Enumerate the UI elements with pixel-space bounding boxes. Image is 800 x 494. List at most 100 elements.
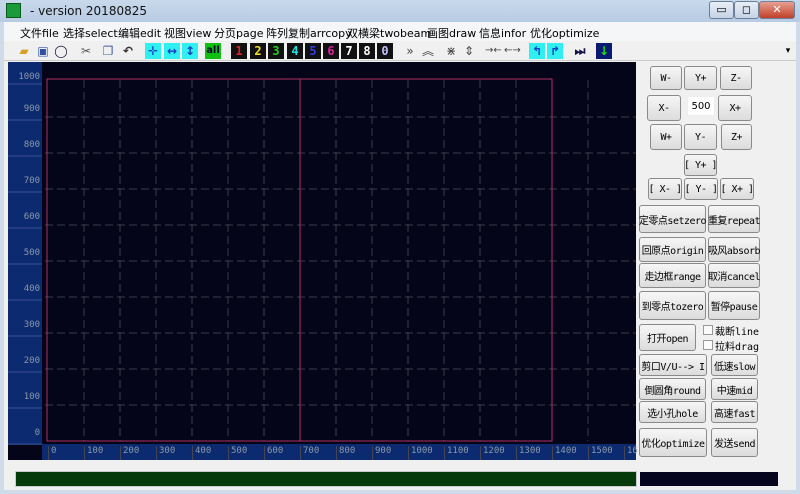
undo-icon[interactable]: ↶ <box>120 43 136 59</box>
progress-bar <box>15 471 637 487</box>
x-tick-label: 1500 <box>588 446 613 460</box>
menu-arrcopy[interactable]: 阵列复制arrcopy <box>266 25 352 41</box>
tozero-button[interactable]: 到零点tozero <box>639 291 706 320</box>
skip-end-icon[interactable]: ⏭ <box>572 43 588 59</box>
step-y-plus-button[interactable]: [ Y+ ] <box>684 154 718 176</box>
layer-2-button[interactable]: 2 <box>250 43 266 59</box>
y-plus-button[interactable]: Y+ <box>684 66 717 90</box>
toolbar-overflow-icon[interactable]: ▾ <box>780 43 796 59</box>
y-tick-label: 200 <box>23 356 40 366</box>
menu-edit[interactable]: 编辑edit <box>118 25 161 41</box>
double-up-icon[interactable]: ︽ <box>420 43 436 59</box>
close-button[interactable]: ✕ <box>759 1 795 19</box>
layer-3-button[interactable]: 3 <box>268 43 284 59</box>
vertical-move-icon[interactable]: ↕ <box>182 43 198 59</box>
move-all-icon[interactable]: ✛ <box>145 43 161 59</box>
x-tick-label: 1400 <box>552 446 577 460</box>
step-y-minus-button[interactable]: [ Y- ] <box>684 178 718 200</box>
mid-button[interactable]: 中速mid <box>711 378 758 400</box>
turn-left-icon[interactable]: ↰ <box>529 43 545 59</box>
y-tick-label: 600 <box>23 212 40 222</box>
layer-8-button[interactable]: 8 <box>359 43 375 59</box>
origin-button[interactable]: 回原点origin <box>639 237 706 262</box>
drag-checkbox-label: 拉料drag <box>715 342 760 353</box>
fast-button[interactable]: 高速fast <box>711 401 758 423</box>
x-tick-label: 1200 <box>480 446 505 460</box>
x-tick-label: 16 <box>624 446 638 460</box>
x-tick-label: 1000 <box>408 446 433 460</box>
menu-file[interactable]: 文件file <box>20 25 59 41</box>
open-button[interactable]: 打开open <box>639 324 696 351</box>
x-tick-label: 0 <box>48 446 56 460</box>
x-tick-label: 700 <box>300 446 319 460</box>
layer-5-button[interactable]: 5 <box>305 43 321 59</box>
window-title: - version 20180825 <box>30 4 147 18</box>
compress-horizontal-icon[interactable]: →← <box>485 43 502 59</box>
round-button[interactable]: 倒圆角round <box>639 378 706 400</box>
y-tick-label: 800 <box>23 140 40 150</box>
save-icon[interactable]: ▣ <box>35 43 51 59</box>
y-tick-label: 500 <box>23 248 40 258</box>
x-tick-label: 600 <box>264 446 283 460</box>
minimize-button[interactable]: ▭ <box>709 1 734 19</box>
expand-vertical-icon[interactable]: ⇕ <box>461 43 477 59</box>
compress-vertical-icon[interactable]: ⋇ <box>443 43 459 59</box>
menu-view[interactable]: 视图view <box>164 25 211 41</box>
cut-icon[interactable]: ✂ <box>78 43 94 59</box>
menu-twobeam[interactable]: 双横梁twobeam <box>347 25 431 41</box>
expand-horizontal-icon[interactable]: ←→ <box>504 43 521 59</box>
w-minus-button[interactable]: W- <box>650 66 682 90</box>
menu-infor[interactable]: 信息infor <box>479 25 526 41</box>
layer-1-button[interactable]: 1 <box>231 43 247 59</box>
turn-right-icon[interactable]: ↱ <box>547 43 563 59</box>
optimize-button[interactable]: 优化optimize <box>639 428 707 457</box>
menu-optimize[interactable]: 优化optimize <box>530 25 599 41</box>
select-all-button[interactable]: all <box>205 43 221 59</box>
x-tick-label: 800 <box>336 446 355 460</box>
y-tick-label: 0 <box>34 428 40 438</box>
cut-vu-button[interactable]: 剪口V/U--> I <box>639 354 707 376</box>
y-tick-label: 400 <box>23 284 40 294</box>
absorb-button[interactable]: 吸风absorb <box>708 237 761 262</box>
menu-select[interactable]: 选择select <box>63 25 118 41</box>
step-x-plus-button[interactable]: [ X+ ] <box>720 178 754 200</box>
line-checkbox[interactable] <box>703 325 713 335</box>
layer-4-button[interactable]: 4 <box>287 43 303 59</box>
x-plus-button[interactable]: X+ <box>718 95 752 121</box>
drag-checkbox[interactable] <box>703 340 713 350</box>
x-tick-label: 1100 <box>444 446 469 460</box>
repeat-button[interactable]: 重复repeat <box>708 205 761 233</box>
layer-6-button[interactable]: 6 <box>323 43 339 59</box>
pause-button[interactable]: 暂停pause <box>708 291 760 320</box>
x-tick-label: 200 <box>120 446 139 460</box>
layer-7-button[interactable]: 7 <box>341 43 357 59</box>
x-tick-label: 900 <box>372 446 391 460</box>
z-minus-button[interactable]: Z- <box>720 66 752 90</box>
hole-button[interactable]: 选小孔hole <box>639 401 706 423</box>
z-plus-button[interactable]: Z+ <box>721 124 752 150</box>
w-plus-button[interactable]: W+ <box>650 124 682 150</box>
y-tick-label: 300 <box>23 320 40 330</box>
y-minus-button[interactable]: Y- <box>684 124 717 150</box>
circle-icon[interactable]: ◯ <box>53 43 69 59</box>
x-minus-button[interactable]: X- <box>647 95 681 121</box>
x-tick-label: 400 <box>192 446 211 460</box>
step-x-minus-button[interactable]: [ X- ] <box>648 178 682 200</box>
menu-draw[interactable]: 画图draw <box>427 25 476 41</box>
slow-button[interactable]: 低速slow <box>711 354 758 376</box>
open-folder-icon[interactable]: ▰ <box>16 43 32 59</box>
maximize-button[interactable]: ◻ <box>734 1 759 19</box>
layer-0-button[interactable]: 0 <box>377 43 393 59</box>
double-right-icon[interactable]: » <box>402 43 418 59</box>
x-tick-label: 300 <box>156 446 175 460</box>
menu-page[interactable]: 分页page <box>214 25 263 41</box>
download-arrow-icon[interactable]: ↓ <box>596 43 612 59</box>
cancel-button[interactable]: 取消cancel <box>708 263 761 288</box>
horizontal-move-icon[interactable]: ↔ <box>164 43 180 59</box>
copy-icon[interactable]: ❐ <box>100 43 116 59</box>
setzero-button[interactable]: 定零点setzero <box>639 205 707 233</box>
step-input[interactable]: 500 <box>687 96 715 116</box>
range-button[interactable]: 走边框range <box>639 263 706 288</box>
drawing-canvas[interactable] <box>8 62 636 460</box>
send-button[interactable]: 发送send <box>711 428 758 457</box>
